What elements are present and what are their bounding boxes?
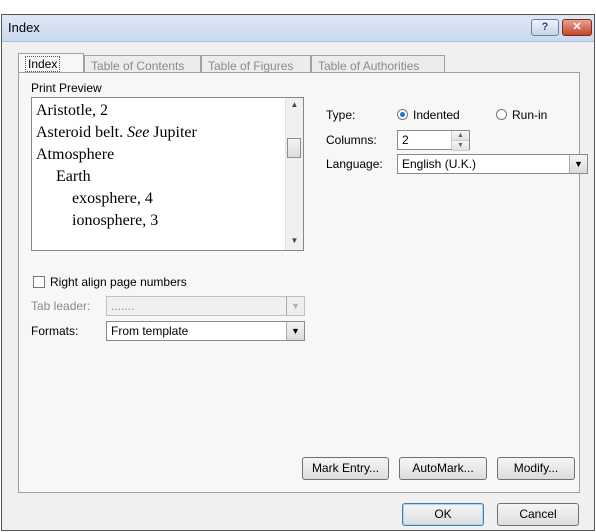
columns-input[interactable]: 2 ▲ ▼ (397, 130, 470, 151)
indented-label[interactable]: Indented (413, 108, 460, 122)
preview-line: ionosphere, 3 (72, 212, 159, 229)
tab-leader-label: Tab leader: (31, 299, 91, 313)
ok-button[interactable]: OK (402, 503, 484, 526)
language-select[interactable]: English (U.K.) ▼ (397, 154, 588, 174)
close-button[interactable]: ✕ (562, 19, 592, 36)
preview-line: exosphere, 4 (72, 190, 153, 207)
tab-leader-select: ....... ▼ (106, 296, 305, 316)
preview-line: Aristotle, 2 (36, 102, 108, 119)
language-value: English (U.K.) (402, 157, 477, 171)
formats-label: Formats: (31, 324, 79, 338)
help-button[interactable]: ? (531, 19, 559, 36)
index-tab-panel: Print Preview Aristotle, 2 Asteroid belt… (18, 72, 588, 493)
index-dialog: Index ? ✕ Index Table of Contents Table … (1, 14, 595, 531)
spin-up-icon[interactable]: ▲ (452, 131, 469, 141)
scroll-up-icon[interactable]: ▲ (286, 100, 303, 109)
chevron-down-icon: ▼ (286, 297, 304, 315)
help-icon: ? (541, 21, 549, 33)
tab-index-label: Index (25, 56, 61, 72)
right-align-checkbox[interactable] (33, 276, 45, 288)
right-align-label[interactable]: Right align page numbers (50, 275, 187, 289)
scroll-down-icon[interactable]: ▼ (286, 236, 303, 245)
preview-line: Earth (56, 168, 91, 185)
columns-spinner[interactable]: ▲ ▼ (451, 131, 469, 151)
window-title: Index (8, 20, 40, 35)
formats-value: From template (111, 324, 189, 338)
tab-leader-value: ....... (111, 299, 135, 313)
modify-button[interactable]: Modify... (497, 457, 575, 480)
run-in-label[interactable]: Run-in (512, 108, 547, 122)
preview-line: Asteroid belt. See Jupiter (36, 124, 197, 141)
language-label: Language: (326, 157, 383, 171)
run-in-radio[interactable] (496, 109, 507, 120)
scroll-thumb[interactable] (287, 138, 301, 158)
type-label: Type: (326, 108, 356, 122)
print-preview-label: Print Preview (31, 81, 102, 95)
formats-select[interactable]: From template ▼ (106, 321, 305, 341)
preview-scrollbar[interactable]: ▲ ▼ (285, 98, 303, 250)
indented-radio[interactable] (397, 109, 408, 120)
columns-value: 2 (402, 133, 409, 147)
spin-down-icon[interactable]: ▼ (452, 141, 469, 151)
chevron-down-icon[interactable]: ▼ (286, 322, 304, 340)
mark-entry-button[interactable]: Mark Entry... (302, 457, 389, 480)
close-icon: ✕ (572, 21, 582, 33)
print-preview-box: Aristotle, 2 Asteroid belt. See Jupiter … (31, 97, 304, 251)
automark-button[interactable]: AutoMark... (399, 457, 487, 480)
preview-line: Atmosphere (36, 146, 115, 163)
title-bar: Index ? ✕ (2, 15, 594, 42)
chevron-down-icon[interactable]: ▼ (569, 155, 587, 173)
cancel-button[interactable]: Cancel (497, 503, 579, 526)
columns-label: Columns: (326, 133, 377, 147)
